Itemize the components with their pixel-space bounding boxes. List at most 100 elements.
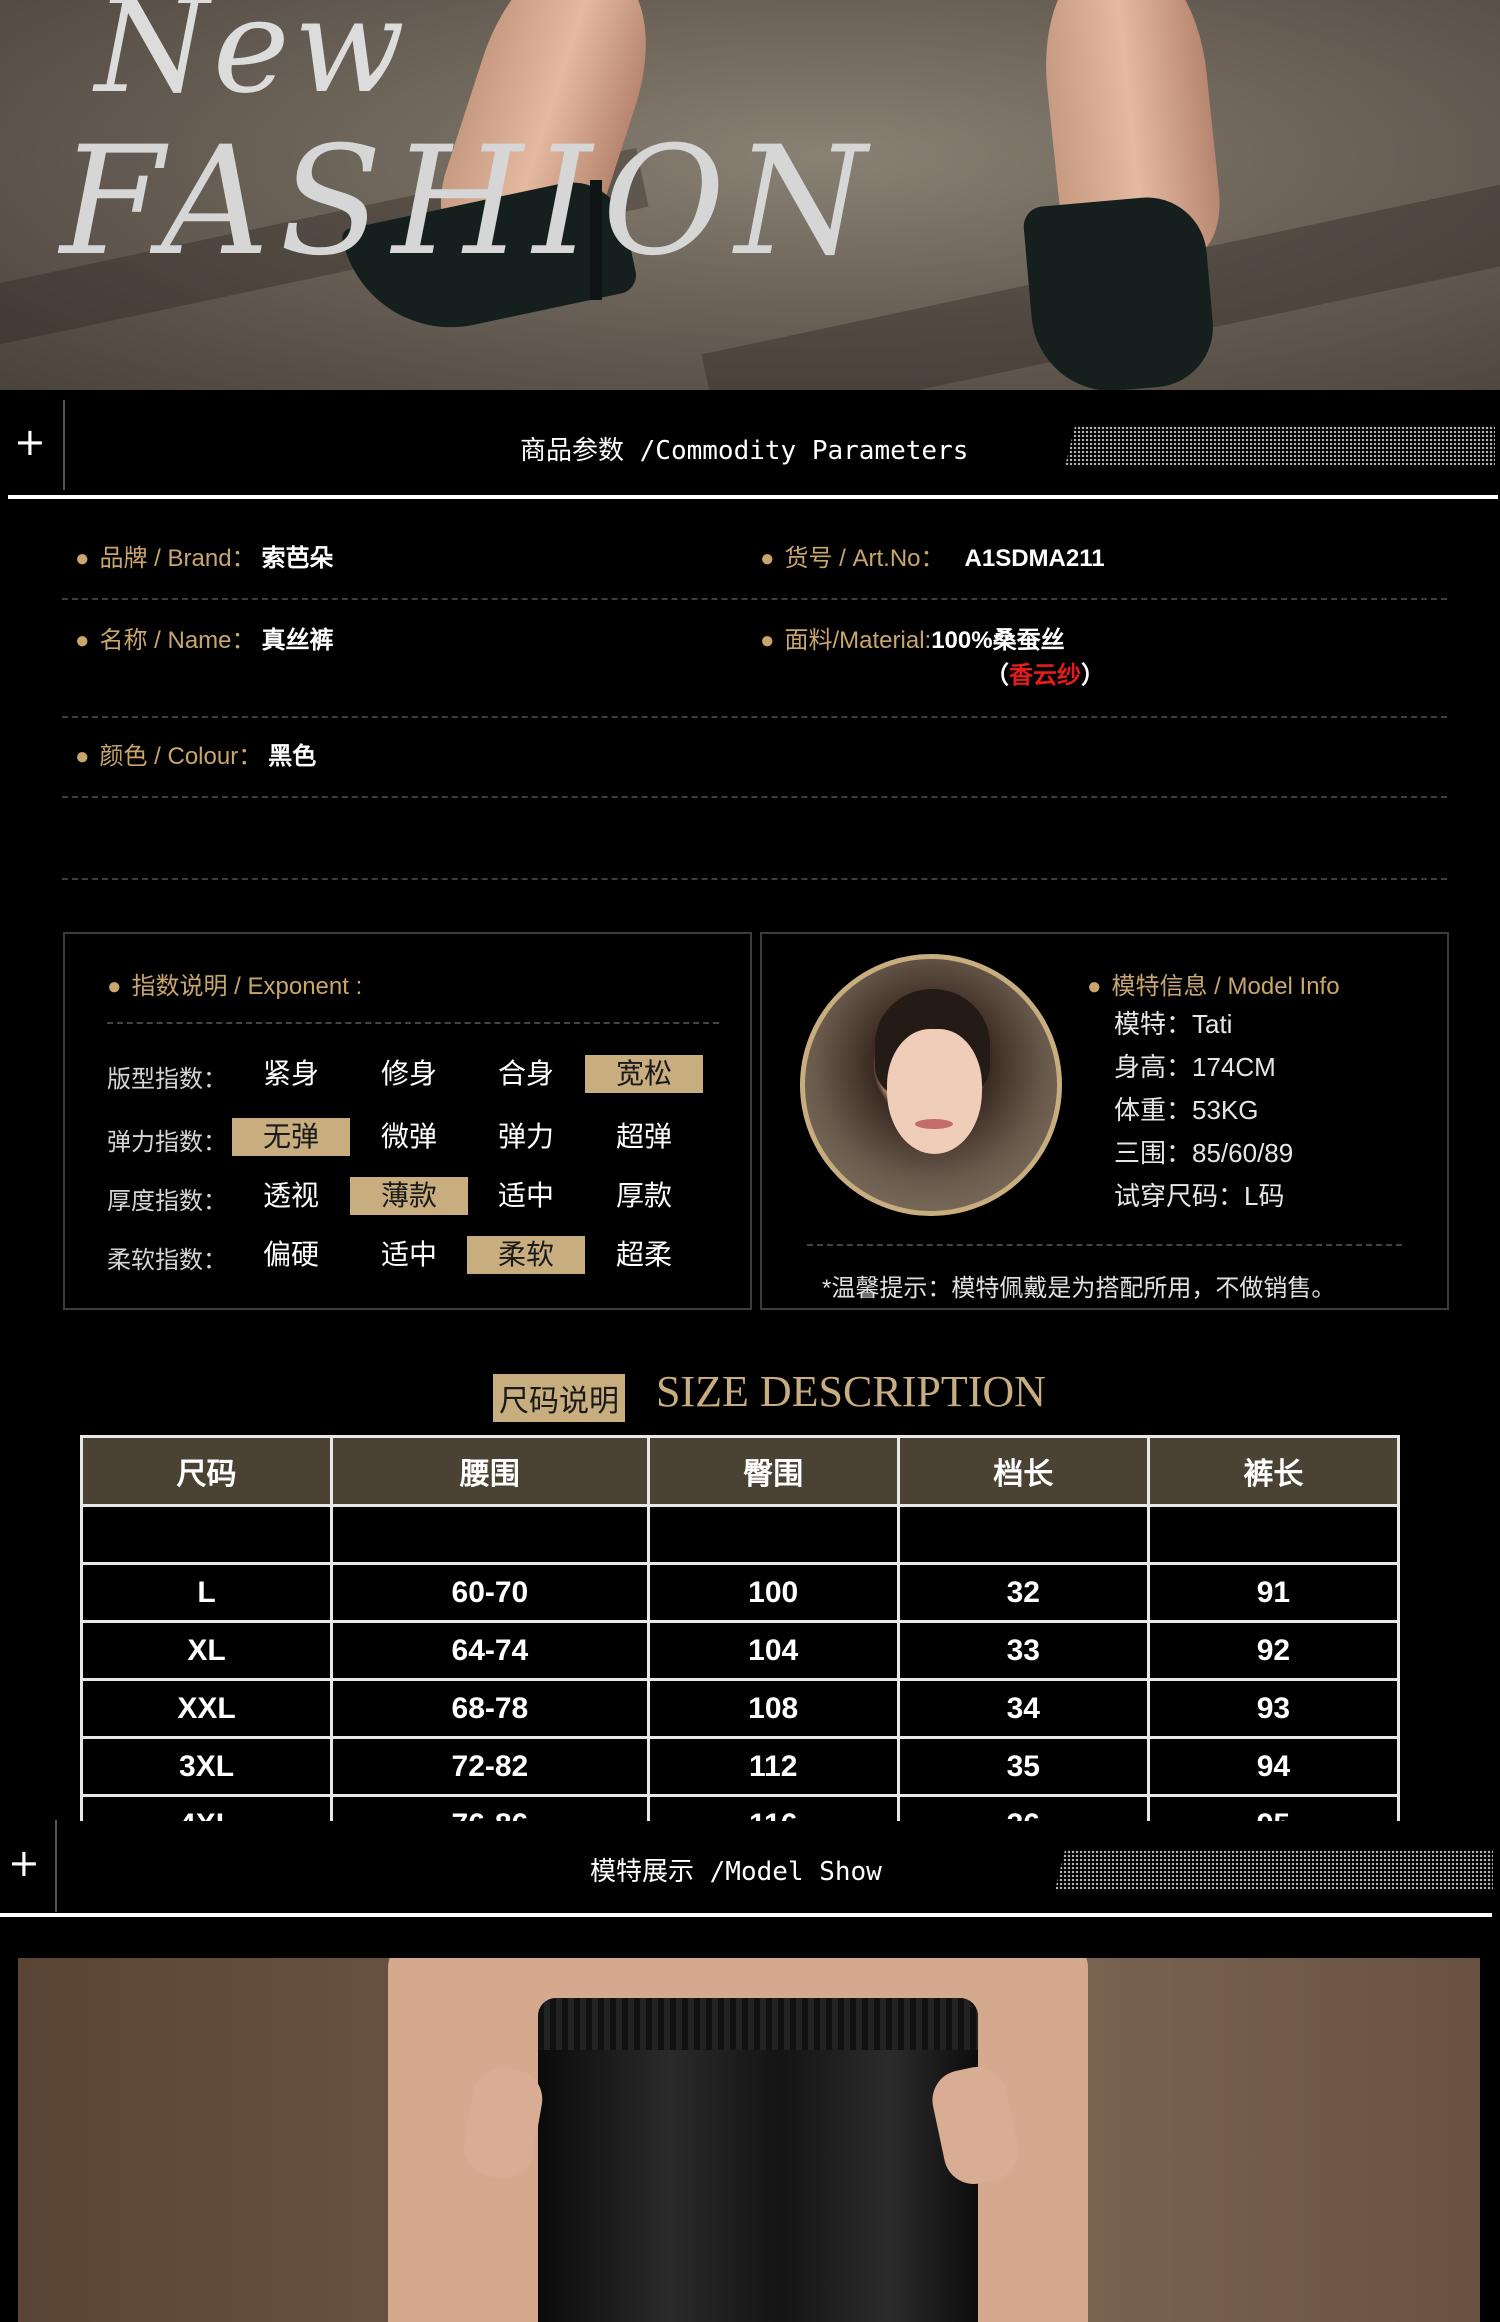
table-cell: 108 (646, 1678, 900, 1739)
params-section-title: 商品参数 /Commodity Parameters (520, 436, 969, 466)
param-colour: ● 颜色 / Colour： 黑色 (75, 736, 316, 771)
model-note: *温馨提示：模特佩戴是为搭配所用，不做销售。 (822, 1275, 1336, 1302)
plus-icon[interactable]: + (8, 1841, 40, 1885)
hero-script-new: New (95, 0, 409, 122)
table-cell: 32 (896, 1562, 1150, 1623)
bullet-icon: ● (760, 627, 775, 654)
table-cell: 64-74 (330, 1620, 650, 1681)
bullet-icon: ● (760, 545, 775, 572)
table-cell: 3XL (80, 1736, 334, 1797)
param-label: 面料/Material: (784, 627, 932, 654)
param-artno: ● 货号 / Art.No： A1SDMA211 (760, 538, 1105, 573)
param-material: ● 面料/Material:100%桑蚕丝 (760, 620, 1065, 655)
bullet-icon: ● (1087, 973, 1102, 1000)
table-cell: XL (80, 1620, 334, 1681)
avatar-lips (915, 1119, 953, 1129)
table-row: 3XL 72-82 112 35 94 (80, 1736, 1401, 1797)
exponent-option: 柔软 (467, 1236, 585, 1274)
model-show-photo (18, 1958, 1480, 2322)
param-label: 品牌 / Brand： (99, 545, 256, 572)
exponent-box: ● 指数说明 / Exponent : 版型指数： 紧身 修身 合身 宽松 弹力指数： 无弹微… (63, 932, 752, 1310)
exponent-row-label: 柔软指数： (107, 1247, 227, 1274)
param-material-sub: （香云纱） (985, 655, 1105, 690)
divider (63, 400, 65, 490)
table-header-cell: 裤长 (1146, 1435, 1401, 1507)
divider (62, 878, 1447, 880)
table-header-cell: 腰围 (330, 1435, 650, 1507)
dotted-pattern (1055, 1850, 1493, 1890)
exponent-option: 厚款 (615, 1180, 672, 1211)
model-measurements: 三围：85/60/89 (1114, 1138, 1294, 1168)
photo-waistband (538, 1998, 978, 2050)
table-row: XXL 68-78 108 34 93 (80, 1678, 1401, 1739)
divider (107, 1022, 719, 1024)
exponent-title: ● 指数说明 / Exponent : (107, 966, 362, 1001)
param-value: 真丝裤 (261, 627, 334, 654)
table-cell: 112 (646, 1736, 900, 1797)
param-label: 货号 / Art.No： (784, 545, 945, 572)
exponent-title-text: 指数说明 / Exponent : (131, 973, 363, 1000)
divider (62, 716, 1447, 718)
model-info-title-text: 模特信息 / Model Info (1111, 973, 1340, 1000)
exponent-option: 合身 (497, 1058, 554, 1089)
exponent-option: 超柔 (615, 1239, 672, 1270)
exponent-option: 微弹 (380, 1121, 437, 1152)
exponent-option: 适中 (497, 1180, 554, 1211)
exponent-option: 紧身 (262, 1058, 319, 1089)
exponent-row-label: 版型指数： (107, 1066, 227, 1093)
table-cell: L (80, 1562, 334, 1623)
table-cell (80, 1504, 334, 1565)
model-show-section-title: 模特展示 /Model Show (590, 1857, 882, 1887)
hero-script-fashion: FASHION (60, 115, 877, 289)
table-row (80, 1504, 1401, 1565)
param-name: ● 名称 / Name： 真丝裤 (75, 620, 334, 655)
table-header-cell: 档长 (896, 1435, 1150, 1507)
param-value: 黑色 (268, 743, 317, 770)
table-row: XL 64-74 104 33 92 (80, 1620, 1401, 1681)
table-cell: 91 (1146, 1562, 1401, 1623)
table-cell: 93 (1146, 1678, 1401, 1739)
exponent-option: 偏硬 (262, 1239, 319, 1270)
table-cell: 60-70 (330, 1562, 650, 1623)
model-avatar (800, 954, 1062, 1216)
avatar-face (887, 1029, 982, 1154)
bullet-icon: ● (75, 545, 90, 572)
divider (55, 1820, 57, 1912)
bullet-icon: ● (75, 743, 90, 770)
table-header-cell: 尺码 (80, 1435, 334, 1507)
model-height: 身高：174CM (1114, 1052, 1276, 1082)
table-cell: XXL (80, 1678, 334, 1739)
model-show-section-header: + 模特展示 /Model Show (0, 1815, 1500, 1925)
bullet-icon: ● (107, 973, 122, 1000)
model-name: 模特：Tati (1114, 1009, 1233, 1039)
exponent-option: 修身 (380, 1058, 437, 1089)
model-info-title: ● 模特信息 / Model Info (1087, 966, 1340, 1001)
exponent-row-label: 弹力指数： (107, 1129, 227, 1156)
table-header-row: 尺码 腰围 臀围 档长 裤长 (80, 1435, 1401, 1507)
table-cell: 68-78 (330, 1678, 650, 1739)
param-value: A1SDMA211 (964, 545, 1105, 572)
model-weight: 体重：53KG (1114, 1095, 1259, 1125)
table-cell: 34 (896, 1678, 1150, 1739)
param-brand: ● 品牌 / Brand： 索芭朵 (75, 538, 334, 573)
param-value: 索芭朵 (261, 545, 334, 572)
table-row: L 60-70 100 32 91 (80, 1562, 1401, 1623)
exponent-option: 适中 (380, 1239, 437, 1270)
model-info-box: ● 模特信息 / Model Info 模特：Tati 身高：174CM 体重：5… (760, 932, 1449, 1310)
exponent-option: 弹力 (497, 1121, 554, 1152)
exponent-option: 薄款 (350, 1177, 468, 1215)
exponent-option: 超弹 (615, 1121, 672, 1152)
exponent-option: 无弹 (232, 1118, 350, 1156)
section-rule (8, 495, 1498, 499)
param-label: 名称 / Name： (99, 627, 256, 654)
size-title-cn: 尺码说明 (493, 1374, 625, 1422)
table-cell: 35 (896, 1736, 1150, 1797)
size-table-wrapper: 尺码 腰围 臀围 档长 裤长 L 60-70 100 32 91 XL 64-74 104 33 92 XX… (80, 1435, 1410, 1821)
divider (62, 796, 1447, 798)
plus-icon[interactable]: + (14, 420, 46, 464)
exponent-row-label: 厚度指数： (107, 1188, 227, 1215)
size-title-en: SIZE DESCRIPTION (656, 1367, 1046, 1416)
table-body: L 60-70 100 32 91 XL 64-74 104 33 92 XXL 68-78 108 34… (80, 1504, 1401, 1821)
param-material-sub-value: 香云纱 (1009, 662, 1081, 689)
bullet-icon: ● (75, 627, 90, 654)
